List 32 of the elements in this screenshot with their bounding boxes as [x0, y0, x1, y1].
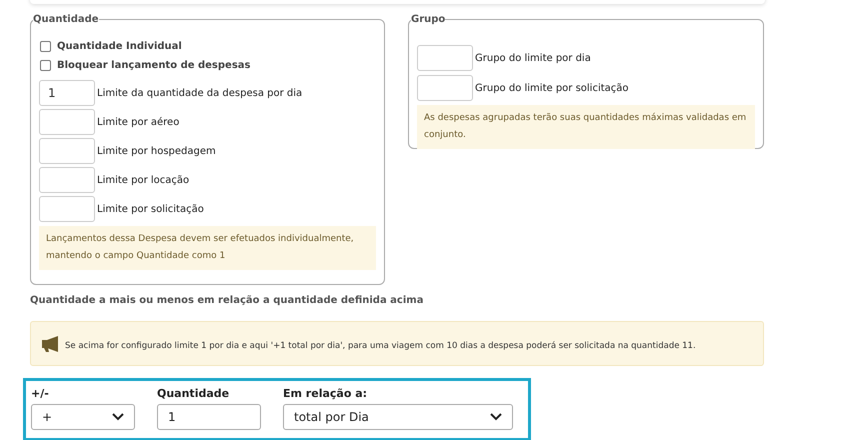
- limit-label: Grupo do limite por dia: [475, 52, 591, 66]
- checkbox[interactable]: [40, 60, 51, 70]
- limit-label: Limite da quantidade da despesa por dia: [97, 86, 302, 100]
- limit-field[interactable]: [417, 45, 473, 71]
- quantity-field[interactable]: 1: [157, 404, 261, 430]
- legend: Quantidade: [33, 12, 99, 27]
- limit-field[interactable]: [417, 75, 473, 101]
- limit-label: Grupo do limite por solicitação: [475, 82, 629, 96]
- select-field[interactable]: +: [31, 404, 135, 430]
- caret-icon: [490, 413, 502, 421]
- field-label: Em relação a:: [283, 387, 368, 401]
- caret-icon: [112, 413, 124, 421]
- legend: Grupo: [411, 12, 446, 27]
- checkbox-label: Bloquear lançamento de despesas: [57, 58, 250, 72]
- tip-text: Se acima for configurado limite 1 por dia e aqui '+1 total por dia', para uma viagem com 10 dias a despesa poderá ser solicitada na quantidade 11.: [65, 340, 696, 353]
- limit-label: Limite por locação: [97, 174, 190, 188]
- limit-field[interactable]: [39, 138, 95, 164]
- field-label: Quantidade: [157, 387, 230, 401]
- info-note: As despesas agrupadas terão suas quantidades máximas validadas em conjunto.: [417, 105, 755, 149]
- limit-label: Limite por aéreo: [97, 116, 180, 130]
- limit-label: Limite por hospedagem: [97, 144, 216, 158]
- section-heading: Quantidade a mais ou menos em relação a quantidade definida acima: [30, 294, 424, 308]
- select-field[interactable]: total por Dia: [283, 404, 513, 430]
- limit-field[interactable]: [39, 196, 95, 222]
- limit-field[interactable]: [39, 167, 95, 193]
- limit-label: Limite por solicitação: [97, 202, 204, 216]
- checkbox-label: Quantidade Individual: [57, 40, 182, 54]
- info-note: Lançamentos dessa Despesa devem ser efetuados individualmente, mantendo o campo Quantidade como 1: [39, 226, 376, 270]
- limit-field[interactable]: 1: [39, 80, 95, 106]
- field-label: +/-: [31, 387, 50, 401]
- checkbox[interactable]: [40, 40, 51, 52]
- limit-field[interactable]: [39, 109, 95, 135]
